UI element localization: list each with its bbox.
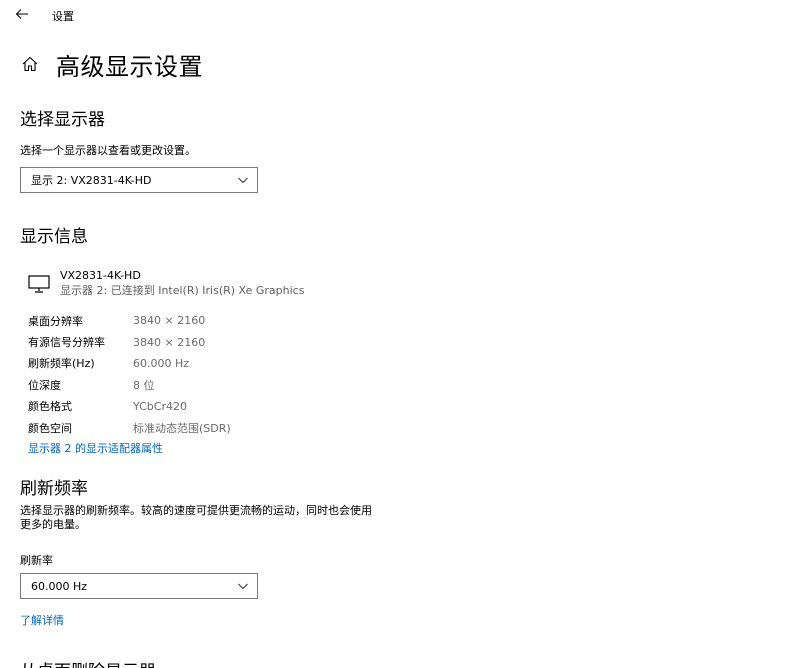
info-row: 位深度 8 位 bbox=[28, 374, 231, 395]
display-select[interactable]: 显示 2: VX2831-4K-HD bbox=[20, 167, 258, 193]
back-arrow-icon bbox=[15, 9, 28, 19]
monitor-name: VX2831-4K-HD bbox=[60, 269, 141, 282]
monitor-summary: VX2831-4K-HD 显示器 2: 已连接到 Intel(R) Iris(R… bbox=[28, 268, 304, 298]
info-value: 3840 × 2160 bbox=[133, 314, 206, 328]
display-info-table: 桌面分辨率 3840 × 2160 有源信号分辨率 3840 × 2160 刷新… bbox=[28, 310, 231, 438]
window-title: 设置 bbox=[52, 10, 74, 23]
remove-display-heading: 从桌面删除显示器 bbox=[20, 657, 156, 668]
info-value: 标准动态范围(SDR) bbox=[133, 421, 231, 435]
info-value: 8 位 bbox=[133, 378, 155, 392]
info-row: 桌面分辨率 3840 × 2160 bbox=[28, 310, 231, 331]
info-row: 颜色空间 标准动态范围(SDR) bbox=[28, 417, 231, 438]
info-value: 3840 × 2160 bbox=[133, 335, 206, 349]
refresh-rate-heading: 刷新频率 bbox=[20, 479, 88, 499]
refresh-rate-description-line1: 选择显示器的刷新频率。较高的速度可提供更流畅的运动，同时也会使用 bbox=[20, 504, 372, 517]
info-key: 颜色空间 bbox=[28, 421, 72, 435]
display-adapter-properties-link[interactable]: 显示器 2 的显示适配器属性 bbox=[28, 440, 163, 456]
info-value: YCbCr420 bbox=[133, 399, 187, 413]
learn-more-link[interactable]: 了解详情 bbox=[20, 612, 64, 628]
title-bar: 设置 bbox=[0, 0, 799, 30]
home-icon[interactable] bbox=[20, 54, 40, 74]
refresh-rate-label: 刷新率 bbox=[20, 554, 53, 567]
info-key: 桌面分辨率 bbox=[28, 314, 83, 328]
display-info-heading: 显示信息 bbox=[20, 227, 88, 247]
page-title: 高级显示设置 bbox=[56, 52, 203, 81]
refresh-rate-description-line2: 更多的电量。 bbox=[20, 518, 86, 531]
info-row: 颜色格式 YCbCr420 bbox=[28, 396, 231, 417]
page-header: 高级显示设置 bbox=[20, 48, 203, 81]
info-key: 刷新频率(Hz) bbox=[28, 357, 95, 371]
info-key: 有源信号分辨率 bbox=[28, 336, 105, 350]
info-row: 刷新频率(Hz) 60.000 Hz bbox=[28, 353, 231, 374]
monitor-icon bbox=[28, 275, 50, 293]
refresh-rate-select-value: 60.000 Hz bbox=[31, 579, 88, 593]
chevron-down-icon bbox=[238, 177, 248, 184]
refresh-rate-select[interactable]: 60.000 Hz bbox=[20, 573, 258, 599]
select-display-heading: 选择显示器 bbox=[20, 110, 105, 130]
display-select-value: 显示 2: VX2831-4K-HD bbox=[31, 174, 152, 187]
monitor-connection: 显示器 2: 已连接到 Intel(R) Iris(R) Xe Graphics bbox=[60, 284, 305, 297]
info-value: 60.000 Hz bbox=[133, 356, 190, 370]
info-key: 颜色格式 bbox=[28, 400, 72, 414]
info-row: 有源信号分辨率 3840 × 2160 bbox=[28, 331, 231, 352]
chevron-down-icon bbox=[238, 583, 248, 590]
back-button[interactable] bbox=[10, 4, 34, 24]
info-key: 位深度 bbox=[28, 378, 61, 392]
select-display-description: 选择一个显示器以查看或更改设置。 bbox=[20, 144, 196, 157]
